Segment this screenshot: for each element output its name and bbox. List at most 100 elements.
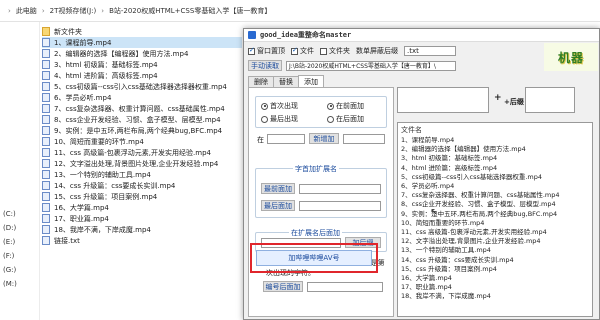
list-item[interactable]: 6、学员必听.mp4 bbox=[401, 182, 589, 191]
video-file-icon bbox=[42, 60, 50, 69]
preview-file-list[interactable]: 文件名 1、课程前导.mp4 2、编辑器的选择【编辑器】使用方法.mp4 3、htm… bbox=[397, 122, 593, 317]
add-front-button[interactable]: 最前面加 bbox=[261, 183, 295, 194]
list-item[interactable]: 5、css初级篇--css引入css基础选择器权重.mp4 bbox=[401, 173, 589, 182]
video-file-icon bbox=[42, 115, 50, 124]
folder-item[interactable]: 新文件夹 bbox=[42, 26, 242, 37]
breadcrumb-drive[interactable]: 2T视频存储(J:) bbox=[50, 6, 97, 16]
options-row: 窗口置顶 文件 文件夹 数单屏蔽后缀 .txt bbox=[248, 46, 456, 56]
insert-text-box[interactable] bbox=[397, 87, 489, 113]
file-item[interactable]: 7、css复杂选择器、权重计算问题、css基础属性.mp4 bbox=[42, 103, 242, 114]
list-item[interactable]: 11、css 高级篇-包裹浮动元素,开发实用经验.mp4 bbox=[401, 228, 589, 237]
address-bar[interactable]: › 此电脑 › 2T视频存储(J:) › B站-2020权威HTML+CSS零基… bbox=[0, 0, 600, 22]
radio-label: 在前面加 bbox=[336, 102, 364, 110]
file-name: 15、css 升级篇：项目案例.mp4 bbox=[54, 192, 158, 201]
list-item[interactable]: 14、css 升级篇：css要成长实训.mp4 bbox=[401, 256, 589, 265]
file-item[interactable]: 11、css 高级篇-包裹浮动元素,开发实用经验.mp4 bbox=[42, 147, 242, 158]
nav-drive-e[interactable]: (E:) bbox=[3, 238, 15, 246]
video-file-icon bbox=[42, 104, 50, 113]
breadcrumb-folder[interactable]: B站-2020权威HTML+CSS零基础入学【唐一教育】 bbox=[109, 6, 271, 16]
mouse-cursor-icon: ↖ bbox=[430, 207, 439, 218]
nav-drive-m[interactable]: (M:) bbox=[3, 280, 17, 288]
nav-drive-d[interactable]: (D:) bbox=[3, 224, 16, 232]
rename-tool-window: good_idea重整命名master 窗口置顶 文件 文件夹 数单屏蔽后缀 .… bbox=[243, 28, 600, 320]
breadcrumb-this-pc[interactable]: 此电脑 bbox=[16, 6, 37, 16]
file-name: 4、html 进阶篇：高级标签.mp4 bbox=[54, 71, 158, 80]
file-name: 3、html 初级篇：基础标签.mp4 bbox=[54, 60, 158, 69]
file-item[interactable]: 16、大学篇.mp4 bbox=[42, 202, 242, 213]
file-list: 新文件夹 1、课程前导.mp4 2、编辑器的选择【编程器】使用方法.mp4 3、htm… bbox=[42, 26, 242, 246]
file-item[interactable]: 3、html 初级篇：基础标签.mp4 bbox=[42, 59, 242, 70]
chevron-right-icon: › bbox=[8, 6, 11, 15]
list-item[interactable]: 4、html 进阶篇：高级标签.mp4 bbox=[401, 164, 589, 173]
suffix-text-box[interactable] bbox=[525, 87, 575, 113]
add-new-button[interactable]: 新增加 bbox=[309, 133, 339, 144]
highlight-frame: 加哔哩哔哩AV号 bbox=[250, 243, 378, 273]
end-text-input[interactable] bbox=[299, 201, 381, 211]
ext-filter-input[interactable]: .txt bbox=[404, 46, 456, 56]
video-file-icon bbox=[42, 49, 50, 58]
folder-checkbox[interactable]: 文件夹 bbox=[320, 46, 350, 56]
list-item[interactable]: 1、课程前导.mp4 bbox=[401, 136, 589, 145]
radio-add-before[interactable]: 在前面加 bbox=[327, 101, 364, 111]
video-file-icon bbox=[42, 126, 50, 135]
match-text-input[interactable] bbox=[267, 134, 305, 144]
front-text-input[interactable] bbox=[299, 184, 381, 194]
video-file-icon bbox=[42, 181, 50, 190]
radio-add-after[interactable]: 在后面加 bbox=[327, 114, 364, 124]
video-file-icon bbox=[42, 225, 50, 234]
file-item[interactable]: 15、css 升级篇：项目案例.mp4 bbox=[42, 191, 242, 202]
title-bar[interactable]: good_idea重整命名master bbox=[244, 29, 599, 42]
list-item[interactable]: 13、一个特别的辅助工具.mp4 bbox=[401, 246, 589, 255]
file-item[interactable]: 18、我岸不满，下岸成魔.mp4 bbox=[42, 224, 242, 235]
video-file-icon bbox=[42, 236, 50, 245]
file-checkbox[interactable]: 文件 bbox=[291, 46, 314, 56]
navigation-pane: (C:) (D:) (E:) (F:) (G:) (M:) bbox=[0, 22, 40, 320]
file-item[interactable]: 10、简短而重要的环节.mp4 bbox=[42, 136, 242, 147]
video-file-icon bbox=[42, 82, 50, 91]
window-top-checkbox[interactable]: 窗口置顶 bbox=[248, 46, 285, 56]
app-icon bbox=[248, 31, 256, 39]
file-item[interactable]: 12、文字溢出处理,背景图片处理,企业开发经验.mp4 bbox=[42, 158, 242, 169]
add-after-number-button[interactable]: 编号后面加 bbox=[263, 281, 303, 292]
path-input[interactable]: J:\B站-2020权威HTML+CSS零基础入学【唐一教育】\ bbox=[286, 60, 456, 71]
list-item[interactable]: 2、编辑器的选择【编辑器】使用方法.mp4 bbox=[401, 145, 589, 154]
file-item[interactable]: 4、html 进阶篇：高级标签.mp4 bbox=[42, 70, 242, 81]
manual-read-button[interactable]: 手动读取 bbox=[248, 60, 282, 71]
file-item[interactable]: 17、职业篇.mp4 bbox=[42, 213, 242, 224]
file-item[interactable]: 5、css初级篇--css引入css基础选择器选择器权重.mp4 bbox=[42, 81, 242, 92]
file-name: 17、职业篇.mp4 bbox=[54, 214, 109, 223]
brand-banner: 机器 bbox=[544, 43, 598, 71]
tab-add[interactable]: 添加 bbox=[298, 75, 324, 87]
add-end-button[interactable]: 最后面加 bbox=[261, 200, 295, 211]
list-item[interactable]: 15、css 升级篇：项目案例.mp4 bbox=[401, 265, 589, 274]
file-item[interactable]: 链接.txt bbox=[42, 235, 242, 246]
list-item[interactable]: 12、文字溢出处理,背景图片,企业开发经验.mp4 bbox=[401, 237, 589, 246]
file-name: 9、实例：是中五环,两栏布局,两个经典bug,BFC.mp4 bbox=[54, 126, 223, 135]
nav-drive-g[interactable]: (G:) bbox=[3, 266, 16, 274]
file-item[interactable]: 8、css企业开发经验、习惯、盒子模型、层模型.mp4 bbox=[42, 114, 242, 125]
tab-delete[interactable]: 删除 bbox=[248, 76, 274, 87]
tab-replace[interactable]: 替换 bbox=[273, 76, 299, 87]
file-item[interactable]: 9、实例：是中五环,两栏布局,两个经典bug,BFC.mp4 bbox=[42, 125, 242, 136]
list-item[interactable]: 3、html 初级篇：基础标签.mp4 bbox=[401, 154, 589, 163]
video-file-icon bbox=[42, 38, 50, 47]
radio-first-occurrence[interactable]: 首次出现 bbox=[261, 101, 298, 111]
file-item[interactable]: 13、一个特别的辅助工具.mp4 bbox=[42, 169, 242, 180]
number-text-input[interactable] bbox=[307, 282, 383, 292]
list-item[interactable]: 17、职业篇.mp4 bbox=[401, 283, 589, 292]
radio-last-occurrence[interactable]: 最后出现 bbox=[261, 114, 298, 124]
file-item[interactable]: 6、学员必听.mp4 bbox=[42, 92, 242, 103]
nav-drive-f[interactable]: (F:) bbox=[3, 252, 14, 260]
file-item[interactable]: 14、css 升级篇：css要成长实训.mp4 bbox=[42, 180, 242, 191]
file-name: 6、学员必听.mp4 bbox=[54, 93, 112, 102]
list-item[interactable]: 7、css复杂选择器、权重计算问题、css基础属性.mp4 bbox=[401, 191, 589, 200]
list-item[interactable]: 18、我岸不满，下岸成魔.mp4 bbox=[401, 292, 589, 301]
list-item[interactable]: 10、简短而重要的环节.mp4 bbox=[401, 219, 589, 228]
folder-icon bbox=[42, 27, 50, 36]
file-item[interactable]: 1、课程前导.mp4 bbox=[42, 37, 242, 48]
nav-drive-c[interactable]: (C:) bbox=[3, 210, 16, 218]
add-text-input[interactable] bbox=[343, 134, 385, 144]
add-bilibili-av-button[interactable]: 加哔哩哔哩AV号 bbox=[256, 250, 372, 266]
file-item[interactable]: 2、编辑器的选择【编程器】使用方法.mp4 bbox=[42, 48, 242, 59]
list-item[interactable]: 16、大学篇.mp4 bbox=[401, 274, 589, 283]
